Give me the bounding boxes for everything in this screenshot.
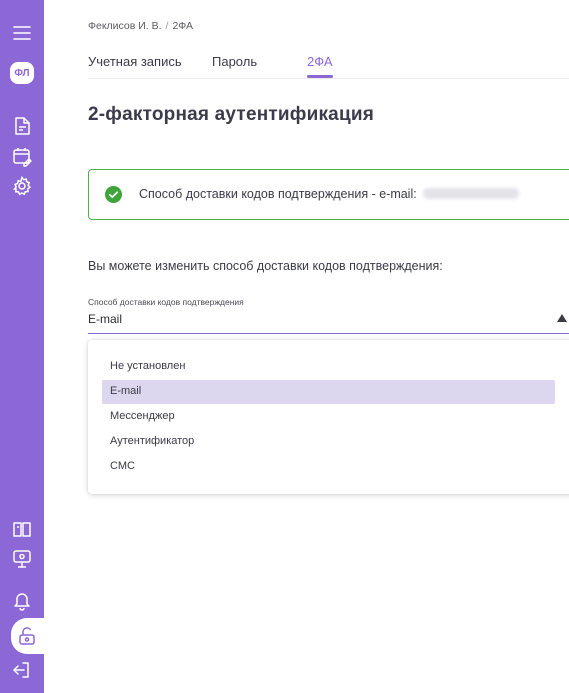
caret-up-icon — [557, 314, 567, 322]
option-email[interactable]: E-mail — [102, 380, 555, 404]
option-authenticator[interactable]: Аутентификатор — [102, 430, 555, 454]
bell-icon[interactable] — [7, 586, 37, 614]
select-dropdown: Не установлен E-mail Мессенджер Аутентиф… — [88, 340, 569, 494]
check-circle-icon — [105, 186, 122, 203]
unlock-icon — [19, 627, 35, 645]
tabs-divider — [88, 78, 569, 79]
select-label: Способ доставки кодов подтверждения — [88, 297, 244, 307]
masked-email — [422, 188, 519, 199]
avatar[interactable]: ФЛ — [10, 62, 34, 84]
page-title: 2-факторная аутентификация — [88, 104, 374, 125]
status-text: Способ доставки кодов подтверждения - e-… — [139, 187, 519, 201]
menu-icon[interactable] — [7, 19, 37, 47]
calendar-edit-icon[interactable] — [7, 142, 37, 170]
gear-icon[interactable] — [7, 172, 37, 200]
document-icon[interactable] — [7, 112, 37, 140]
breadcrumb-separator: / — [165, 20, 169, 32]
tabs: Учетная запись Пароль 2ФА — [88, 54, 569, 80]
option-not-set[interactable]: Не установлен — [102, 355, 555, 379]
sidebar: ФЛ — [0, 0, 44, 693]
option-sms[interactable]: СМС — [102, 455, 555, 479]
tab-password[interactable]: Пароль — [212, 54, 257, 69]
status-label: Способ доставки кодов подтверждения - e-… — [139, 187, 417, 201]
select-value: E-mail — [88, 312, 123, 326]
book-icon[interactable] — [7, 515, 37, 543]
delivery-method-select[interactable]: E-mail — [88, 309, 569, 334]
breadcrumb: Феклисов И. В./2ФА — [88, 20, 193, 32]
option-messenger[interactable]: Мессенджер — [102, 405, 555, 429]
breadcrumb-user[interactable]: Феклисов И. В. — [88, 20, 162, 32]
tab-2fa[interactable]: 2ФА — [307, 54, 333, 78]
sidebar-item-2fa-active[interactable] — [11, 618, 44, 654]
status-box: Способ доставки кодов подтверждения - e-… — [88, 169, 569, 220]
hint-text: Вы можете изменить способ доставки кодов… — [88, 259, 443, 273]
tab-active-underline — [307, 75, 333, 78]
tab-account[interactable]: Учетная запись — [88, 54, 182, 69]
breadcrumb-current: 2ФА — [172, 20, 194, 32]
logout-icon[interactable] — [7, 656, 37, 684]
tab-2fa-label: 2ФА — [307, 54, 333, 69]
presentation-icon[interactable] — [7, 545, 37, 573]
